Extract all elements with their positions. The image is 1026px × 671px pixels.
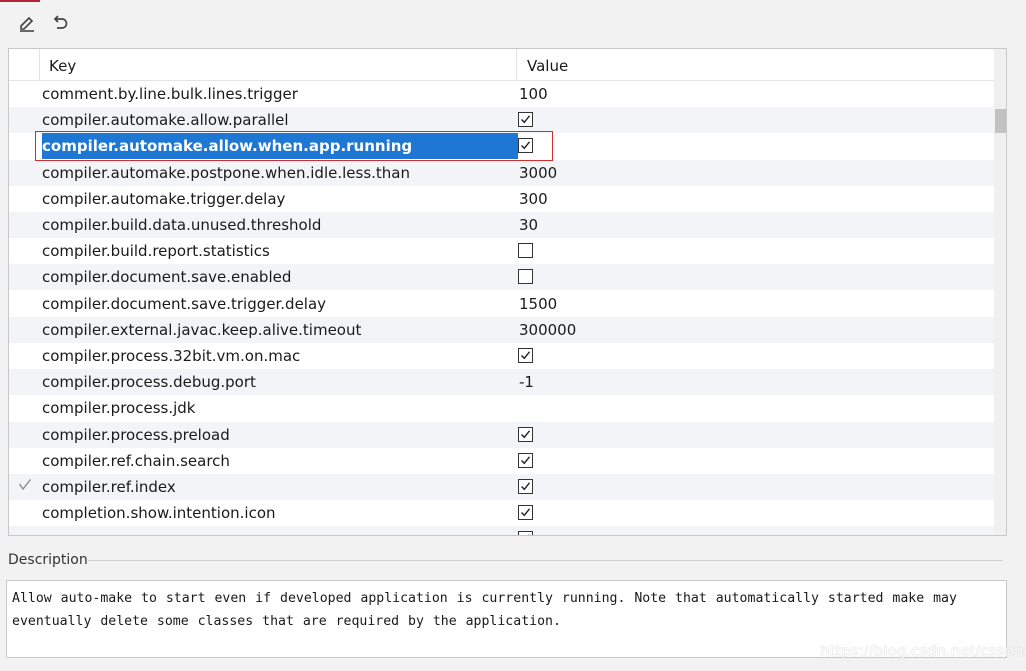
row-key: compiler.ref.chain.search [42,451,230,470]
description-label: Description [8,552,88,568]
row-key: compiler.process.jdk [42,399,196,418]
description-divider [88,560,1003,561]
row-key: completion.show.intention.icon [42,504,276,523]
column-header-value[interactable]: Value [527,49,568,81]
registry-table: Key Value comment.by.line.bulk.lines.tri… [8,48,1007,536]
value-checkbox[interactable] [518,531,533,535]
row-key: compiler.document.save.trigger.delay [42,294,327,313]
row-value[interactable]: 300 [519,186,548,212]
row-value[interactable]: 1500 [519,291,557,317]
row-key: compiler.document.save.enabled [42,268,292,287]
scrollbar-thumb[interactable] [995,109,1006,133]
table-row[interactable]: compiler.process.32bit.vm.on.mac [9,343,994,369]
table-row[interactable] [9,526,994,535]
row-key: comment.by.line.bulk.lines.trigger [42,85,298,103]
row-key: compiler.build.data.unused.threshold [42,216,322,234]
table-row[interactable]: completion.show.intention.icon [9,500,994,526]
value-checkbox[interactable] [518,243,533,259]
value-checkbox[interactable] [518,479,533,494]
table-row[interactable]: comment.by.line.bulk.lines.trigger 100 [9,81,994,107]
pencil-icon [17,13,37,37]
value-checkbox[interactable] [518,452,533,468]
table-body: comment.by.line.bulk.lines.trigger 100 com… [9,81,994,535]
row-key: compiler.process.debug.port [42,373,256,392]
table-row[interactable]: compiler.process.debug.port -1 [9,369,994,396]
value-checkbox[interactable] [518,426,533,442]
table-row[interactable]: compiler.document.save.enabled [9,264,994,291]
table-row[interactable]: compiler.automake.allow.parallel [9,107,994,134]
row-value[interactable]: -1 [519,369,534,395]
value-checkbox[interactable] [518,348,533,363]
row-key: compiler.external.javac.keep.alive.timeo… [42,320,362,339]
row-key: compiler.process.preload [42,425,230,444]
row-key: compiler.automake.allow.parallel [42,111,289,130]
table-row[interactable]: compiler.document.save.trigger.delay 1500 [9,291,994,317]
table-row[interactable]: compiler.automake.trigger.delay 300 [9,186,994,212]
table-row[interactable]: compiler.build.data.unused.threshold 30 [9,212,994,238]
watermark: https://blog.csdn.net/cssnnd [820,642,1026,660]
table-row[interactable]: compiler.ref.chain.search [9,448,994,474]
table-row[interactable]: compiler.automake.postpone.when.idle.les… [9,159,994,186]
vertical-scrollbar[interactable] [994,49,1006,535]
undo-button[interactable] [47,12,73,38]
edit-button[interactable] [14,12,40,38]
undo-icon [50,13,70,37]
row-key: compiler.automake.trigger.delay [42,189,286,208]
table-row[interactable]: compiler.build.report.statistics [9,238,994,264]
row-value[interactable]: 100 [519,81,548,107]
row-key: compiler.automake.postpone.when.idle.les… [42,163,410,182]
accent-line [0,0,40,2]
modified-check-icon [18,477,34,497]
row-key: compiler.automake.allow.when.app.running [42,133,518,160]
column-header-key[interactable]: Key [49,49,76,81]
value-checkbox[interactable] [518,112,533,128]
row-key: compiler.build.report.statistics [42,242,270,261]
toolbar [0,0,1026,48]
value-checkbox[interactable] [518,138,533,154]
table-row[interactable]: compiler.external.javac.keep.alive.timeo… [9,316,994,343]
row-value[interactable]: 3000 [519,160,557,186]
table-row[interactable]: compiler.process.jdk [9,395,994,421]
row-key: compiler.ref.index [42,478,176,496]
row-value[interactable]: 30 [519,212,538,238]
value-checkbox[interactable] [518,269,533,285]
table-row[interactable]: compiler.process.preload [9,421,994,448]
row-key: compiler.process.32bit.vm.on.mac [42,347,301,365]
table-row[interactable]: compiler.automake.allow.when.app.running [9,133,994,160]
row-value[interactable]: 300000 [519,317,576,343]
value-checkbox[interactable] [518,505,533,521]
table-header: Key Value [9,49,994,81]
table-row[interactable]: compiler.ref.index [9,474,994,500]
